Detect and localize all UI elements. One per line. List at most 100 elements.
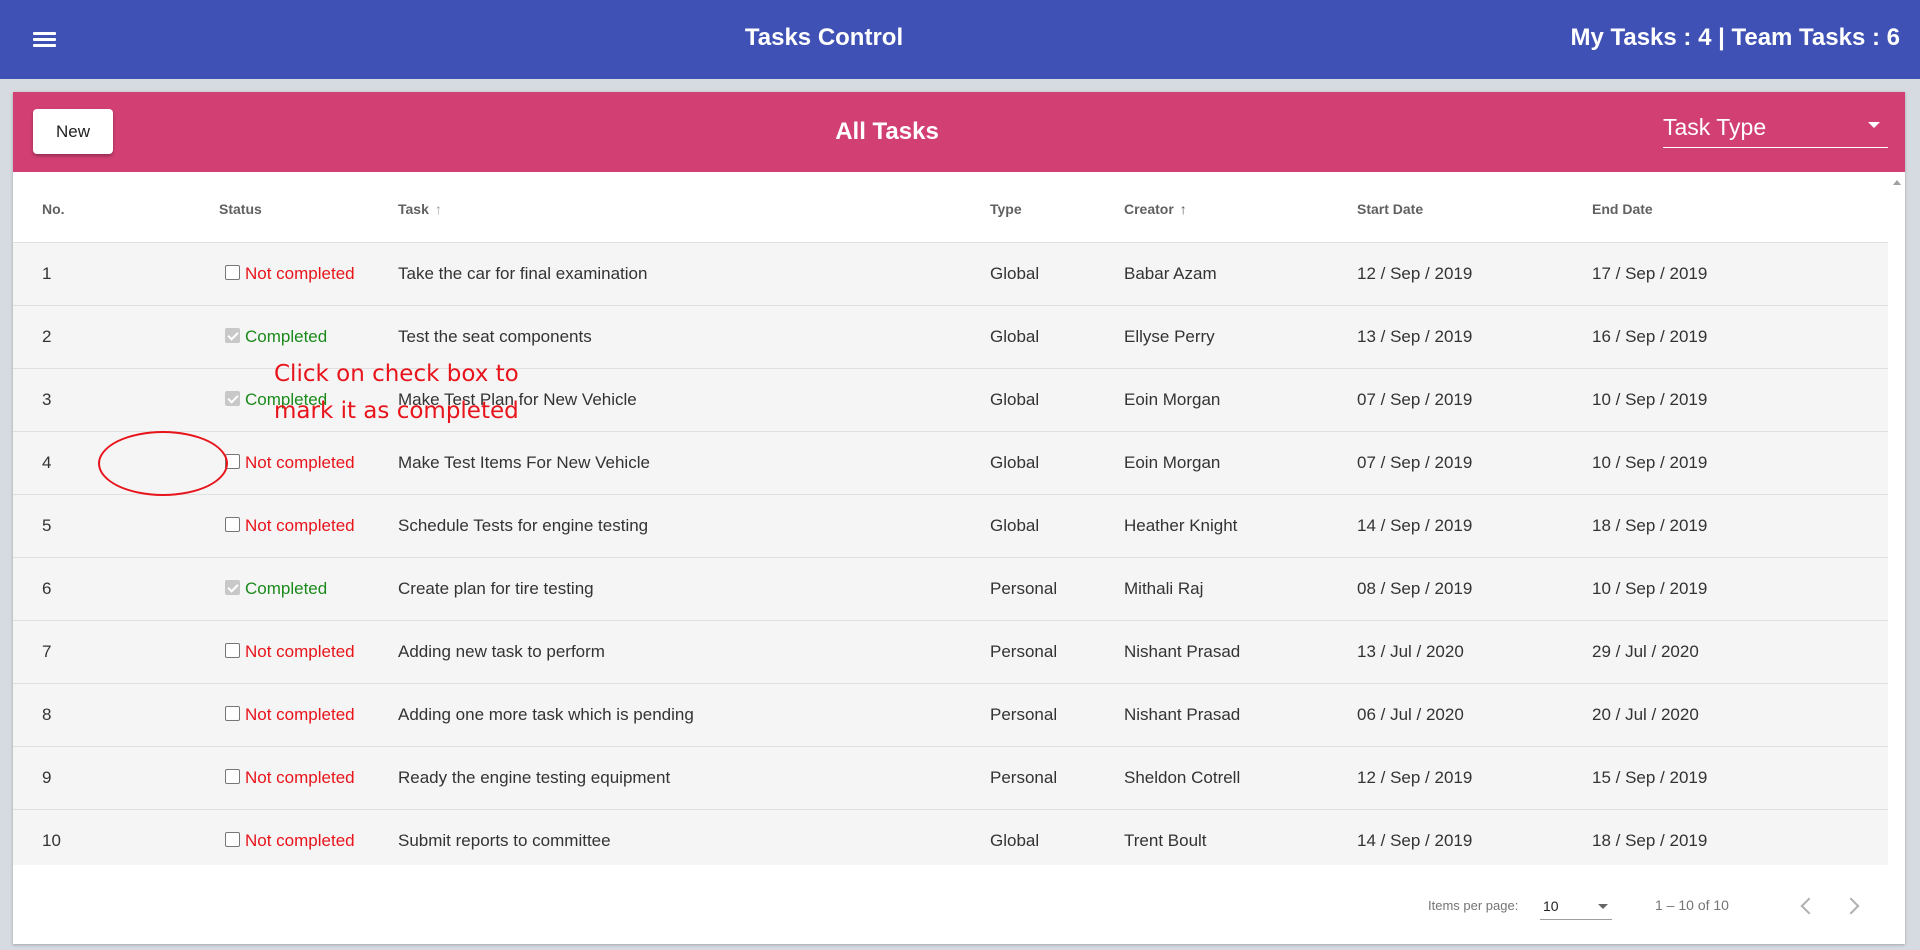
cell-no: 5 [13,494,116,558]
cell-creator: Nishant Prasad [1124,620,1357,684]
status-checkbox[interactable] [225,579,240,595]
status-label: Not completed [245,704,355,724]
cell-type: Global [990,431,1124,495]
header-status: Status [116,172,398,243]
cell-start-date: 07 / Sep / 2019 [1357,368,1592,432]
cell-no: 10 [13,809,116,873]
cell-end-date: 10 / Sep / 2019 [1592,557,1888,621]
status-label: Completed [245,578,328,598]
cell-start-date: 12 / Sep / 2019 [1357,242,1592,306]
scroll-up-icon[interactable] [1893,180,1901,185]
cell-status: Not completed [116,809,398,873]
header-end-date: End Date [1592,172,1888,243]
cell-no: 8 [13,683,116,747]
cell-no: 6 [13,557,116,621]
cell-no: 2 [13,305,116,369]
cell-end-date: 15 / Sep / 2019 [1592,746,1888,810]
sort-arrow-icon[interactable]: ↑ [435,201,442,217]
status-checkbox[interactable] [225,768,240,784]
task-type-select[interactable]: Task Type [1663,110,1888,148]
annotation-text: Click on check box to mark it as complet… [274,361,519,424]
status-checkbox[interactable] [225,831,240,847]
cell-start-date: 08 / Sep / 2019 [1357,557,1592,621]
sort-arrow-icon[interactable]: ↑ [1180,201,1187,217]
status-checkbox[interactable] [225,390,240,406]
status-checkbox[interactable] [225,516,240,532]
task-type-label: Task Type [1663,114,1767,140]
cell-start-date: 13 / Sep / 2019 [1357,305,1592,369]
table-row: 7 Not completed Adding new task to perform… [13,620,1888,684]
task-counts: My Tasks : 4 | Team Tasks : 6 [1570,24,1900,51]
cell-creator: Ellyse Perry [1124,305,1357,369]
cell-no: 7 [13,620,116,684]
cell-creator: Eoin Morgan [1124,368,1357,432]
cell-end-date: 17 / Sep / 2019 [1592,242,1888,306]
status-label: Not completed [245,515,355,535]
table-row: 9 Not completed Ready the engine testing e… [13,746,1888,810]
header-no: No. [13,172,116,243]
cell-no: 9 [13,746,116,810]
card-header: New All Tasks Task Type [13,92,1905,172]
cell-creator: Babar Azam [1124,242,1357,306]
status-label: Not completed [245,830,355,850]
next-page-button[interactable] [1839,892,1867,920]
app-title: Tasks Control [744,24,904,51]
cell-status: Completed [116,557,398,621]
header-creator[interactable]: Creator ↑ [1124,172,1357,243]
table-row: 8 Not completed Adding one more task which… [13,683,1888,747]
cell-status: Not completed [116,620,398,684]
cell-end-date: 29 / Jul / 2020 [1592,620,1888,684]
header-type: Type [990,172,1124,243]
status-label: Not completed [245,767,355,787]
cell-task: Ready the engine testing equipment [398,746,990,810]
cell-no: 1 [13,242,116,306]
status-checkbox[interactable] [225,642,240,658]
status-checkbox[interactable] [225,327,240,343]
cell-start-date: 14 / Sep / 2019 [1357,494,1592,558]
dropdown-arrow-icon [1868,122,1880,128]
annotation-circle [98,431,228,496]
cell-creator: Sheldon Cotrell [1124,746,1357,810]
tasks-card: New All Tasks Task Type No. Status Task ↑… [13,92,1905,944]
cell-creator: Mithali Raj [1124,557,1357,621]
dropdown-arrow-icon [1598,904,1608,909]
cell-task: Submit reports to committee [398,809,990,873]
cell-start-date: 14 / Sep / 2019 [1357,809,1592,873]
app-bar: Tasks Control My Tasks : 4 | Team Tasks … [0,0,1920,79]
cell-start-date: 12 / Sep / 2019 [1357,746,1592,810]
status-label: Not completed [245,263,355,283]
status-checkbox[interactable] [225,705,240,721]
cell-task: Adding new task to perform [398,620,990,684]
card-title: All Tasks [835,118,939,145]
cell-type: Global [990,809,1124,873]
cell-type: Personal [990,620,1124,684]
table-row: 6 Completed Create plan for tire testing Pe… [13,557,1888,621]
cell-task: Take the car for final examination [398,242,990,306]
cell-creator: Nishant Prasad [1124,683,1357,747]
cell-status: Not completed [116,242,398,306]
items-per-page-select[interactable]: 10 [1540,892,1612,920]
cell-end-date: 18 / Sep / 2019 [1592,809,1888,873]
table-row: 5 Not completed Schedule Tests for engine … [13,494,1888,558]
cell-task: Adding one more task which is pending [398,683,990,747]
cell-end-date: 10 / Sep / 2019 [1592,368,1888,432]
cell-creator: Eoin Morgan [1124,431,1357,495]
cell-type: Personal [990,683,1124,747]
cell-end-date: 16 / Sep / 2019 [1592,305,1888,369]
tasks-table: No. Status Task ↑ Type Creator ↑ Start Dat… [13,172,1888,873]
table-row: 10 Not completed Submit reports to committ… [13,809,1888,873]
cell-task: Schedule Tests for engine testing [398,494,990,558]
cell-task: Make Test Items For New Vehicle [398,431,990,495]
paginator: Items per page: 10 1 – 10 of 10 [13,865,1905,944]
cell-end-date: 10 / Sep / 2019 [1592,431,1888,495]
header-task[interactable]: Task ↑ [398,172,990,243]
status-label: Not completed [245,452,355,472]
status-label: Completed [245,326,328,346]
previous-page-button[interactable] [1793,892,1821,920]
cell-type: Personal [990,746,1124,810]
status-checkbox[interactable] [225,264,240,280]
header-start-date: Start Date [1357,172,1592,243]
cell-no: 3 [13,368,116,432]
cell-status: Not completed [116,746,398,810]
scrollbar[interactable] [1889,172,1905,865]
